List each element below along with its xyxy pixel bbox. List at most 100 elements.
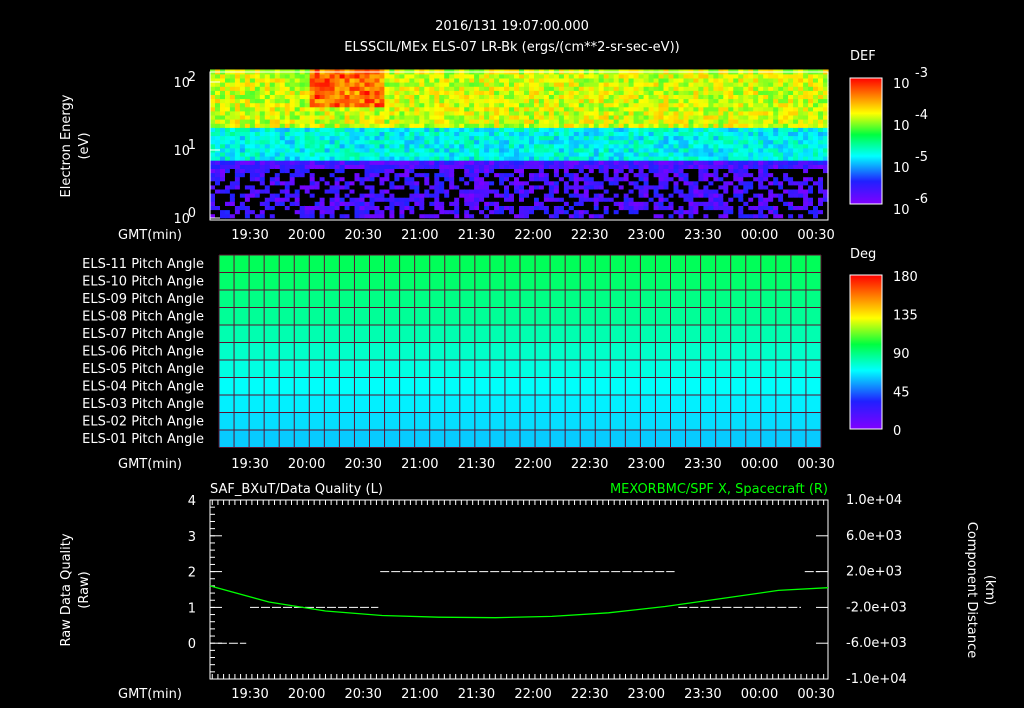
spectrogram-cell: [623, 81, 630, 87]
spectrogram-cell: [573, 118, 580, 124]
spectrogram-cell: [653, 118, 660, 124]
spectrogram-cell: [638, 118, 645, 124]
spectrogram-cell: [603, 118, 610, 124]
spectrogram-cell: [573, 201, 580, 206]
spectrogram-cell: [728, 201, 734, 206]
spectrogram-cell: [738, 160, 744, 165]
time-tick-label: 00:00: [741, 228, 778, 243]
spectrogram-cell: [249, 160, 256, 165]
spectrogram-cell: [299, 118, 306, 124]
spectrogram-cell: [439, 118, 445, 124]
spectrogram-cell: [459, 160, 465, 165]
spectrogram-cell: [519, 81, 525, 87]
spectrogram-cell: [469, 118, 475, 124]
spectrogram-cell: [389, 201, 395, 206]
pitch-angle-row-label: ELS-03 Pitch Angle: [82, 397, 204, 412]
spectrogram-cell: [768, 201, 774, 206]
spectrogram-cell: [758, 81, 764, 87]
time-tick-label: 21:00: [401, 457, 438, 472]
spectrogram-cell: [529, 118, 535, 124]
spectrogram-cell: [324, 81, 331, 87]
pitch-angle-row-label: ELS-08 Pitch Angle: [82, 310, 204, 325]
spectrogram-cell: [698, 201, 704, 206]
spectrogram-cell: [788, 201, 794, 206]
spectrogram-cell: [210, 201, 216, 206]
panel3-ytick-left: 3: [188, 530, 196, 545]
spectrogram-cell: [643, 118, 650, 124]
spectrogram-cell: [244, 118, 251, 124]
spectrogram-cell: [324, 160, 331, 165]
spectrogram-cell: [354, 201, 361, 206]
spectrogram-cell: [658, 201, 665, 206]
spectrogram-cell: [499, 118, 505, 124]
spectrogram-cell: [474, 160, 480, 165]
deg-colorbar-tick: 180: [893, 270, 918, 285]
spectrogram-cell: [783, 118, 789, 124]
spectrogram-cell: [773, 160, 779, 165]
spectrogram-cell: [553, 160, 560, 165]
spectrogram-cell: [743, 118, 749, 124]
spectrogram-cell: [259, 81, 266, 87]
spectrogram-cell: [454, 118, 460, 124]
spectrogram-cell: [234, 201, 241, 206]
spectrogram-cell: [763, 118, 769, 124]
spectrogram-cell: [394, 160, 400, 165]
spectrogram-cell: [384, 201, 390, 206]
spectrogram-cell: [588, 201, 595, 206]
spectrogram-cell: [534, 118, 540, 124]
spectrogram-cell: [429, 118, 435, 124]
spectrogram-cell: [244, 201, 251, 206]
spectrogram-cell: [314, 160, 321, 165]
spectrogram-cell: [748, 81, 754, 87]
panel3-ytick-right: -1.0e+04: [846, 672, 907, 687]
def-colorbar-tick: 10: [893, 203, 910, 218]
spectrogram-cell: [763, 201, 769, 206]
spectrogram-cell: [369, 201, 376, 206]
spectrogram-cell: [484, 81, 490, 87]
spectrogram-cell: [314, 81, 321, 87]
plot-canvas: 2016/131 19:07:00.000 ELSSCIL/MEx ELS-07…: [59, 19, 997, 702]
spectrogram-cell: [504, 201, 510, 206]
spectrogram-cell: [264, 81, 271, 87]
spectrogram-cell: [673, 160, 680, 165]
spectrogram-cell: [434, 160, 440, 165]
spectrogram-cell: [494, 81, 500, 87]
spectrogram-cell: [763, 160, 769, 165]
spectrogram-cell: [688, 81, 695, 87]
spectrogram-cell: [464, 201, 470, 206]
spectrogram-cell: [678, 81, 685, 87]
spectrogram-cell: [553, 201, 560, 206]
spectrogram-cell: [638, 201, 645, 206]
spectrogram-cell: [798, 201, 804, 206]
spectrogram-cell: [339, 118, 346, 124]
spectrogram-cell: [753, 118, 759, 124]
panel3-ylabel-left: Raw Data Quality (Raw): [59, 533, 92, 646]
spectrogram-cell: [718, 201, 724, 206]
spectrogram-cell: [753, 201, 759, 206]
spectrogram-cell: [683, 81, 690, 87]
spectrogram-cell: [543, 118, 550, 124]
spectrogram-cell: [299, 81, 306, 87]
spectrogram-cell: [499, 201, 505, 206]
spectrogram-cell: [364, 201, 371, 206]
spectrogram-cell: [254, 160, 261, 165]
spectrogram-cell: [284, 118, 291, 124]
spectrogram-cell: [489, 160, 495, 165]
spectrogram-cell: [374, 201, 381, 206]
spectrogram-cell: [578, 81, 585, 87]
spectrogram-cell: [509, 81, 515, 87]
spectrogram-cell: [778, 81, 784, 87]
spectrogram-cell: [593, 118, 600, 124]
spectrogram-cell: [299, 160, 306, 165]
spectrogram-cell: [309, 160, 316, 165]
spectrogram-cell: [573, 81, 580, 87]
spectrogram-cell: [538, 81, 545, 87]
spectrogram-cell: [718, 160, 724, 165]
spectrogram-cell: [558, 201, 565, 206]
spectrogram-cell: [234, 118, 241, 124]
spectrogram-cell: [444, 118, 450, 124]
spectrogram-cell: [304, 160, 311, 165]
spectrogram-cell: [588, 118, 595, 124]
spectrogram-cell: [409, 118, 415, 124]
panel3-ytick-right: 2.0e+03: [846, 565, 902, 580]
